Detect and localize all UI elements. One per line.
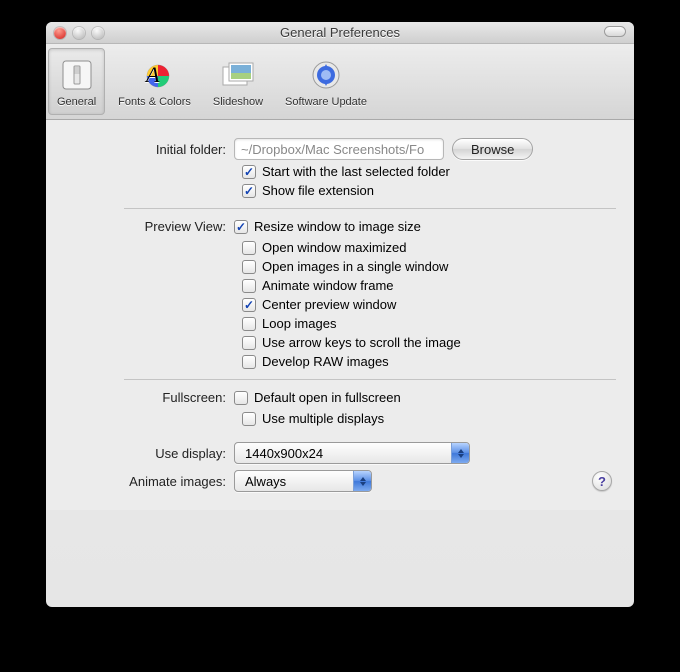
animate-images-label: Animate images:	[64, 474, 234, 489]
animate-images-popup[interactable]: Always	[234, 470, 372, 492]
use-display-label: Use display:	[64, 446, 234, 461]
fullscreen-label: Fullscreen:	[64, 388, 234, 405]
popup-value: 1440x900x24	[235, 446, 333, 461]
window-controls	[54, 27, 104, 39]
checkbox-start-with-last[interactable]	[242, 165, 256, 179]
preview-view-label: Preview View:	[64, 217, 234, 234]
svg-text:A: A	[144, 62, 160, 87]
popup-value: Always	[235, 474, 296, 489]
use-display-popup[interactable]: 1440x900x24	[234, 442, 470, 464]
checkbox-develop-raw[interactable]	[242, 355, 256, 369]
checkbox-label: Resize window to image size	[254, 219, 421, 234]
tab-label: General	[57, 96, 96, 108]
tab-slideshow[interactable]: Slideshow	[204, 48, 272, 115]
checkbox-label: Open images in a single window	[262, 259, 448, 274]
tab-label: Fonts & Colors	[118, 96, 191, 108]
checkbox-animate-frame[interactable]	[242, 279, 256, 293]
separator	[124, 379, 616, 380]
checkbox-label: Animate window frame	[262, 278, 394, 293]
browse-button[interactable]: Browse	[452, 138, 533, 160]
toolbar-toggle-button[interactable]	[604, 26, 626, 37]
checkbox-label: Center preview window	[262, 297, 396, 312]
tab-software-update[interactable]: Software Update	[276, 48, 376, 115]
tab-fonts-colors[interactable]: A Fonts & Colors	[109, 48, 200, 115]
checkbox-single-window[interactable]	[242, 260, 256, 274]
toolbar: General A	[46, 44, 634, 120]
checkbox-label: Default open in fullscreen	[254, 390, 401, 405]
checkbox-multiple-displays[interactable]	[242, 412, 256, 426]
checkbox-label: Use arrow keys to scroll the image	[262, 335, 461, 350]
checkbox-arrow-scroll[interactable]	[242, 336, 256, 350]
preferences-window: General Preferences General	[46, 22, 634, 607]
slideshow-icon	[220, 57, 256, 93]
titlebar: General Preferences	[46, 22, 634, 44]
separator	[124, 208, 616, 209]
checkbox-default-fullscreen[interactable]	[234, 391, 248, 405]
checkbox-show-extension[interactable]	[242, 184, 256, 198]
checkbox-label: Start with the last selected folder	[262, 164, 450, 179]
checkbox-label: Loop images	[262, 316, 336, 331]
checkbox-open-maximized[interactable]	[242, 241, 256, 255]
checkbox-label: Develop RAW images	[262, 354, 389, 369]
checkbox-label: Open window maximized	[262, 240, 407, 255]
initial-folder-input[interactable]	[234, 138, 444, 160]
content-area: Initial folder: Browse Start with the la…	[46, 120, 634, 510]
checkbox-label: Use multiple displays	[262, 411, 384, 426]
close-window-button[interactable]	[54, 27, 66, 39]
popup-arrows-icon	[451, 443, 469, 463]
zoom-window-button[interactable]	[92, 27, 104, 39]
tab-general[interactable]: General	[48, 48, 105, 115]
window-title: General Preferences	[46, 25, 634, 40]
checkbox-loop-images[interactable]	[242, 317, 256, 331]
checkbox-label: Show file extension	[262, 183, 374, 198]
fonts-colors-icon: A	[137, 57, 173, 93]
help-button[interactable]: ?	[592, 471, 612, 491]
popup-arrows-icon	[353, 471, 371, 491]
checkbox-resize-window[interactable]	[234, 220, 248, 234]
general-icon	[59, 57, 95, 93]
tab-label: Software Update	[285, 96, 367, 108]
tab-label: Slideshow	[213, 96, 263, 108]
checkbox-center-window[interactable]	[242, 298, 256, 312]
initial-folder-label: Initial folder:	[64, 142, 234, 157]
software-update-icon	[308, 57, 344, 93]
minimize-window-button[interactable]	[73, 27, 85, 39]
